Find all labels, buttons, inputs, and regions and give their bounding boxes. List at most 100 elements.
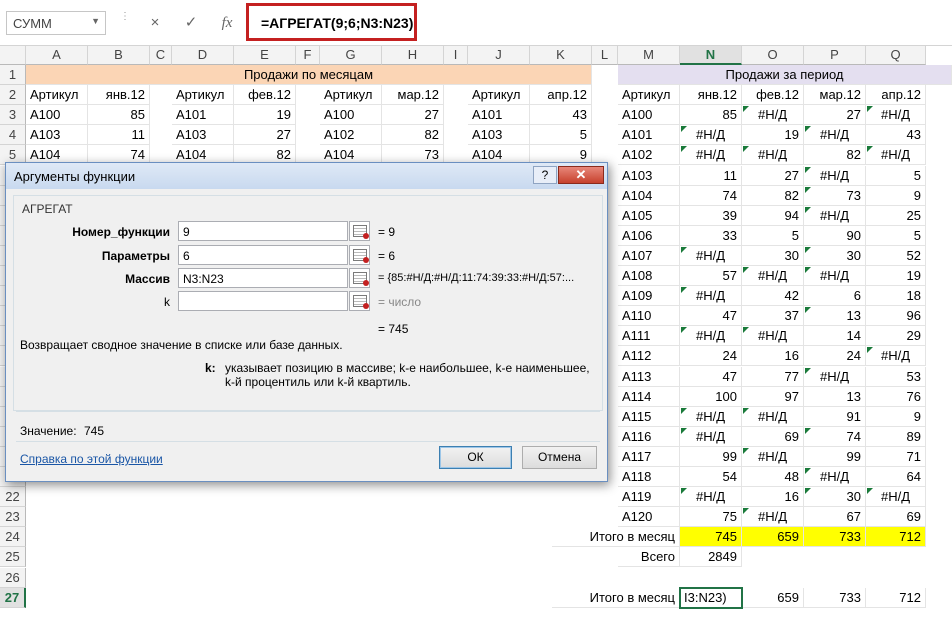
value-cell[interactable]: 6	[804, 286, 866, 307]
column-title[interactable]: Артикул	[618, 85, 680, 106]
value-cell[interactable]: 30	[804, 245, 866, 266]
column-title[interactable]: Артикул	[320, 85, 382, 106]
value-cell[interactable]: 29	[866, 326, 926, 347]
row-header[interactable]: 22	[0, 487, 26, 508]
value-cell[interactable]: 85	[680, 105, 742, 126]
value-cell[interactable]: 27	[234, 125, 296, 146]
collapse-range-icon[interactable]	[349, 245, 370, 265]
value-cell[interactable]: 5	[742, 225, 804, 246]
value-cell[interactable]: 85	[88, 105, 150, 126]
column-title[interactable]: Артикул	[172, 85, 234, 106]
column-header[interactable]: J	[468, 46, 530, 65]
article-cell[interactable]: А117	[618, 446, 680, 467]
value-cell[interactable]: 18	[866, 286, 926, 307]
value-cell[interactable]: 75	[680, 507, 742, 528]
column-header[interactable]: M	[618, 46, 680, 65]
value-cell[interactable]: #Н/Д	[680, 125, 742, 146]
value-cell[interactable]: 25	[866, 205, 926, 226]
value-cell[interactable]: 76	[866, 386, 926, 407]
value-cell[interactable]: #Н/Д	[680, 487, 742, 508]
value-cell[interactable]: 71	[866, 446, 926, 467]
value-cell[interactable]: 47	[680, 366, 742, 387]
value-cell[interactable]: 27	[804, 105, 866, 126]
value-cell[interactable]: 67	[804, 507, 866, 528]
value-cell[interactable]: #Н/Д	[742, 145, 804, 166]
value-cell[interactable]: 19	[742, 125, 804, 146]
article-cell[interactable]: А103	[468, 125, 530, 146]
value-cell[interactable]: 99	[680, 446, 742, 467]
cancel-button[interactable]: Отмена	[522, 446, 597, 469]
article-cell[interactable]: А120	[618, 507, 680, 528]
article-cell[interactable]: А101	[618, 125, 680, 146]
value-cell[interactable]: 43	[530, 105, 592, 126]
article-cell[interactable]: А108	[618, 266, 680, 287]
total-cell[interactable]: 745	[680, 527, 742, 548]
column-header[interactable]: H	[382, 46, 444, 65]
drag-handle[interactable]: ⋮	[120, 12, 130, 32]
column-title[interactable]: янв.12	[88, 85, 150, 106]
param-input-options[interactable]: 6	[178, 245, 348, 265]
collapse-range-icon[interactable]	[349, 221, 370, 241]
column-title[interactable]: фев.12	[234, 85, 296, 106]
column-header[interactable]: G	[320, 46, 382, 65]
column-title[interactable]: Артикул	[26, 85, 88, 106]
article-cell[interactable]: А109	[618, 286, 680, 307]
article-cell[interactable]: А105	[618, 205, 680, 226]
column-header[interactable]: P	[804, 46, 866, 65]
help-icon[interactable]: ?	[533, 166, 557, 184]
article-cell[interactable]: А116	[618, 426, 680, 447]
enter-icon[interactable]: ✓	[180, 12, 202, 34]
value-cell[interactable]: 43	[866, 125, 926, 146]
article-cell[interactable]: А100	[320, 105, 382, 126]
value-cell[interactable]: 82	[742, 185, 804, 206]
article-cell[interactable]: А115	[618, 406, 680, 427]
column-header[interactable]: N	[680, 46, 742, 65]
column-header[interactable]: L	[592, 46, 618, 65]
column-header[interactable]: B	[88, 46, 150, 65]
name-box[interactable]: СУММ ▼	[6, 11, 106, 35]
row-header[interactable]: 3	[0, 105, 26, 126]
value-cell[interactable]: 74	[680, 185, 742, 206]
row-header[interactable]: 27	[0, 587, 26, 608]
param-input-k[interactable]	[178, 291, 348, 311]
column-header[interactable]: C	[150, 46, 172, 65]
value-cell[interactable]: 47	[680, 306, 742, 327]
total-label[interactable]: Итого в месяц	[552, 527, 680, 548]
article-cell[interactable]: А100	[618, 105, 680, 126]
total-label[interactable]: Итого в месяц	[552, 587, 680, 608]
dialog-title[interactable]: Аргументы функции	[6, 163, 607, 189]
value-cell[interactable]: 5	[866, 165, 926, 186]
column-title[interactable]: Артикул	[468, 85, 530, 106]
value-cell[interactable]: #Н/Д	[680, 245, 742, 266]
collapse-range-icon[interactable]	[349, 268, 370, 288]
article-cell[interactable]: А103	[26, 125, 88, 146]
total-cell[interactable]: 712	[866, 527, 926, 548]
column-title[interactable]: мар.12	[804, 85, 866, 106]
column-header[interactable]: A	[26, 46, 88, 65]
value-cell[interactable]: #Н/Д	[866, 487, 926, 508]
collapse-range-icon[interactable]	[349, 291, 370, 311]
value-cell[interactable]: 33	[680, 225, 742, 246]
value-cell[interactable]: #Н/Д	[742, 326, 804, 347]
value-cell[interactable]: #Н/Д	[804, 205, 866, 226]
column-header[interactable]: D	[172, 46, 234, 65]
article-cell[interactable]: А101	[172, 105, 234, 126]
article-cell[interactable]: А102	[618, 145, 680, 166]
value-cell[interactable]: 11	[88, 125, 150, 146]
insert-function-icon[interactable]: fx	[216, 12, 238, 34]
value-cell[interactable]: 74	[804, 426, 866, 447]
value-cell[interactable]: 30	[742, 245, 804, 266]
value-cell[interactable]: #Н/Д	[680, 145, 742, 166]
value-cell[interactable]: 57	[680, 266, 742, 287]
value-cell[interactable]: 99	[804, 446, 866, 467]
column-header[interactable]: Q	[866, 46, 926, 65]
article-cell[interactable]: А107	[618, 245, 680, 266]
grand-total-label[interactable]: Всего	[618, 547, 680, 568]
function-help-link[interactable]: Справка по этой функции	[20, 452, 163, 466]
value-cell[interactable]: 52	[866, 245, 926, 266]
column-header[interactable]: I	[444, 46, 468, 65]
value-cell[interactable]: 39	[680, 205, 742, 226]
value-cell[interactable]: 16	[742, 487, 804, 508]
value-cell[interactable]: 24	[680, 346, 742, 367]
value-cell[interactable]: #Н/Д	[866, 105, 926, 126]
